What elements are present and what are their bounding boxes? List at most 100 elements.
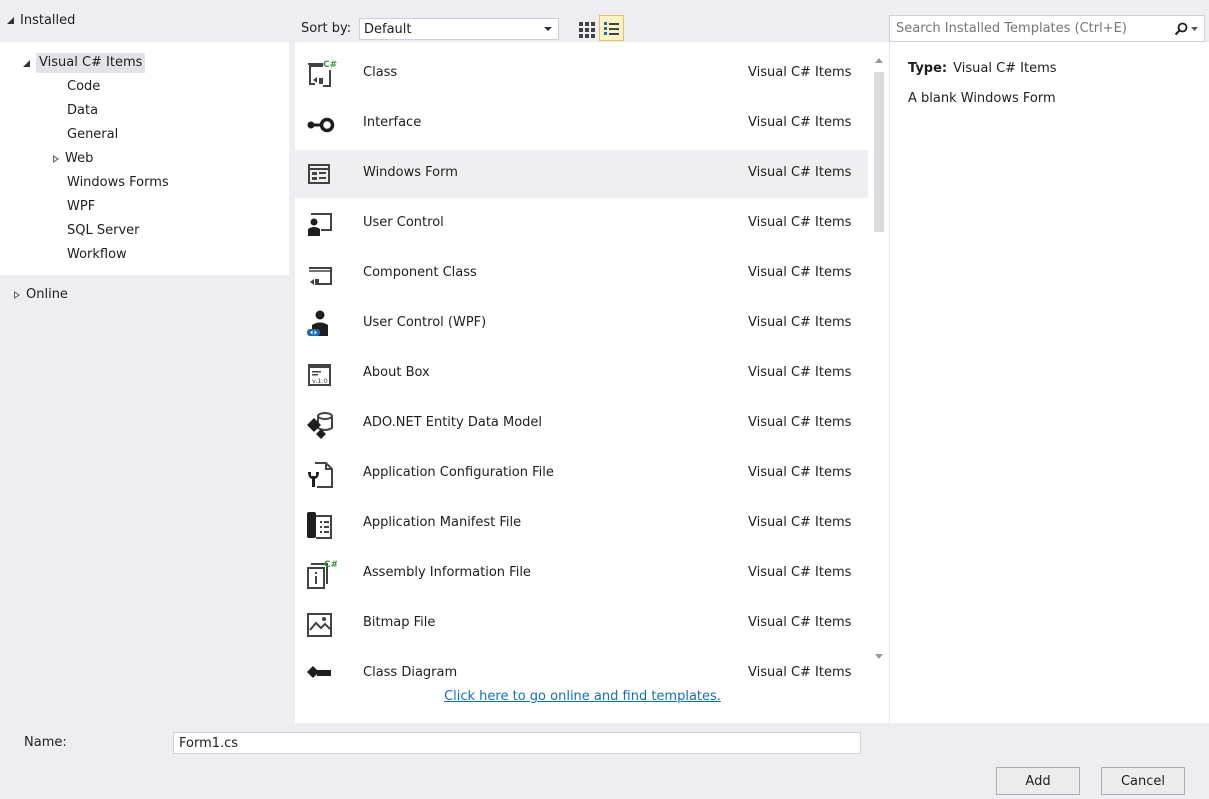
expanded-arrow-icon[interactable] bbox=[7, 17, 14, 24]
template-name: Application Manifest File bbox=[363, 515, 522, 530]
template-details-panel: Type: Visual C# Items A blank Windows For… bbox=[889, 42, 1209, 723]
template-category: Visual C# Items bbox=[748, 465, 852, 480]
template-category: Visual C# Items bbox=[748, 515, 852, 530]
template-description: A blank Windows Form bbox=[908, 91, 1056, 106]
scroll-up-arrow-icon[interactable] bbox=[875, 58, 883, 63]
template-category: Visual C# Items bbox=[748, 415, 852, 430]
svg-text:C#: C# bbox=[324, 560, 337, 570]
tree-installed-header[interactable]: Installed bbox=[0, 0, 289, 42]
sort-by-value: Default bbox=[364, 21, 412, 37]
name-input[interactable] bbox=[173, 732, 861, 754]
template-name: User Control bbox=[363, 215, 444, 230]
add-button[interactable]: Add bbox=[996, 767, 1080, 795]
list-item[interactable]: ADO.NET Entity Data Model Visual C# Item… bbox=[295, 400, 868, 448]
template-name: About Box bbox=[363, 365, 430, 380]
expanded-arrow-icon[interactable] bbox=[23, 59, 30, 67]
cancel-button[interactable]: Cancel bbox=[1101, 767, 1185, 795]
list-item[interactable]: Windows Form Visual C# Items bbox=[295, 150, 868, 198]
installed-label: Installed bbox=[20, 13, 76, 28]
template-list-panel: C# Class Visual C# Items Interface Visua… bbox=[295, 42, 889, 723]
interface-icon bbox=[307, 117, 335, 133]
component-class-icon bbox=[309, 267, 332, 285]
name-label: Name: bbox=[24, 735, 67, 750]
sort-by-dropdown[interactable]: Default bbox=[359, 18, 559, 40]
template-name: User Control (WPF) bbox=[363, 315, 487, 330]
scrollbar-thumb[interactable] bbox=[874, 72, 884, 232]
template-tree: Visual C# Items Code Data General Web Wi… bbox=[0, 42, 289, 275]
list-item[interactable]: Class Diagram Visual C# Items bbox=[295, 650, 868, 682]
template-list: C# Class Visual C# Items Interface Visua… bbox=[295, 42, 870, 682]
template-category: Visual C# Items bbox=[748, 565, 852, 580]
svg-text:C#: C# bbox=[323, 60, 337, 70]
type-value: Visual C# Items bbox=[953, 61, 1057, 76]
search-input[interactable] bbox=[896, 21, 1174, 36]
sort-by-label: Sort by: bbox=[301, 21, 352, 36]
template-category: Visual C# Items bbox=[748, 65, 852, 80]
list-item[interactable]: Application Manifest File Visual C# Item… bbox=[295, 500, 868, 548]
list-item[interactable]: Bitmap File Visual C# Items bbox=[295, 600, 868, 648]
details-view-icon[interactable] bbox=[599, 15, 624, 41]
tree-item-label: Web bbox=[65, 151, 94, 166]
search-icon[interactable] bbox=[1174, 22, 1188, 36]
csharp-class-icon: C# bbox=[308, 60, 337, 87]
template-category: Visual C# Items bbox=[748, 365, 852, 380]
collapsed-arrow-icon[interactable] bbox=[53, 155, 59, 163]
template-type: Type: Visual C# Items bbox=[908, 61, 1057, 76]
entity-data-model-icon bbox=[307, 412, 333, 439]
svg-text:v.1.0: v.1.0 bbox=[312, 377, 328, 385]
chevron-down-icon bbox=[544, 27, 552, 31]
online-templates-link[interactable]: Click here to go online and find templat… bbox=[295, 689, 870, 704]
template-name: Class Diagram bbox=[363, 665, 458, 680]
template-category: Visual C# Items bbox=[748, 665, 852, 680]
list-item[interactable]: v.1.0 About Box Visual C# Items bbox=[295, 350, 868, 398]
template-name: Windows Form bbox=[363, 165, 458, 180]
tree-online-section[interactable]: Online bbox=[0, 283, 289, 307]
chevron-down-icon[interactable] bbox=[1191, 26, 1198, 31]
template-name: Component Class bbox=[363, 265, 477, 280]
tree-item-data[interactable]: Data bbox=[67, 99, 98, 123]
template-name: ADO.NET Entity Data Model bbox=[363, 415, 543, 430]
online-label: Online bbox=[26, 287, 68, 302]
tree-item-code[interactable]: Code bbox=[67, 75, 100, 99]
tree-item-sql-server[interactable]: SQL Server bbox=[67, 219, 140, 243]
tree-item-workflow[interactable]: Workflow bbox=[67, 243, 127, 267]
template-name: Application Configuration File bbox=[363, 465, 554, 480]
tree-item-wpf[interactable]: WPF bbox=[67, 195, 95, 219]
tree-item-windows-forms[interactable]: Windows Forms bbox=[67, 171, 169, 195]
small-icons-view-icon[interactable] bbox=[574, 17, 598, 41]
sort-toolbar: Sort by: Default bbox=[289, 0, 889, 42]
template-name: Class bbox=[363, 65, 398, 80]
manifest-file-icon bbox=[307, 512, 332, 539]
windows-form-icon bbox=[308, 164, 330, 184]
config-file-icon bbox=[308, 462, 333, 488]
list-item[interactable]: User Control Visual C# Items bbox=[295, 200, 868, 248]
template-category: Visual C# Items bbox=[748, 615, 852, 630]
template-category: Visual C# Items bbox=[748, 215, 852, 230]
vertical-scrollbar[interactable] bbox=[871, 42, 887, 682]
type-label: Type: bbox=[908, 61, 948, 76]
about-box-icon: v.1.0 bbox=[308, 364, 331, 386]
scroll-down-arrow-icon[interactable] bbox=[875, 654, 883, 659]
tree-item-general[interactable]: General bbox=[67, 123, 118, 147]
list-item[interactable]: C# Class Visual C# Items bbox=[295, 50, 868, 98]
template-name: Bitmap File bbox=[363, 615, 436, 630]
wpf-user-control-icon bbox=[307, 310, 328, 336]
template-category: Visual C# Items bbox=[748, 165, 852, 180]
list-item[interactable]: User Control (WPF) Visual C# Items bbox=[295, 300, 868, 348]
list-item[interactable]: Component Class Visual C# Items bbox=[295, 250, 868, 298]
collapsed-arrow-icon[interactable] bbox=[14, 291, 20, 299]
template-category: Visual C# Items bbox=[748, 265, 852, 280]
assembly-info-icon: C# bbox=[307, 560, 337, 589]
search-box[interactable] bbox=[889, 15, 1205, 42]
template-category: Visual C# Items bbox=[748, 315, 852, 330]
template-name: Assembly Information File bbox=[363, 565, 531, 580]
list-item[interactable]: C# Assembly Information File Visual C# I… bbox=[295, 550, 868, 598]
bitmap-file-icon bbox=[307, 613, 332, 637]
template-category: Visual C# Items bbox=[748, 115, 852, 130]
tree-item-web[interactable]: Web bbox=[53, 147, 93, 171]
list-item[interactable]: Interface Visual C# Items bbox=[295, 100, 868, 148]
tree-item-label: Visual C# Items bbox=[36, 53, 146, 73]
user-control-icon bbox=[308, 213, 332, 236]
tree-item-visual-csharp-items[interactable]: Visual C# Items bbox=[23, 51, 146, 75]
list-item[interactable]: Application Configuration File Visual C#… bbox=[295, 450, 868, 498]
